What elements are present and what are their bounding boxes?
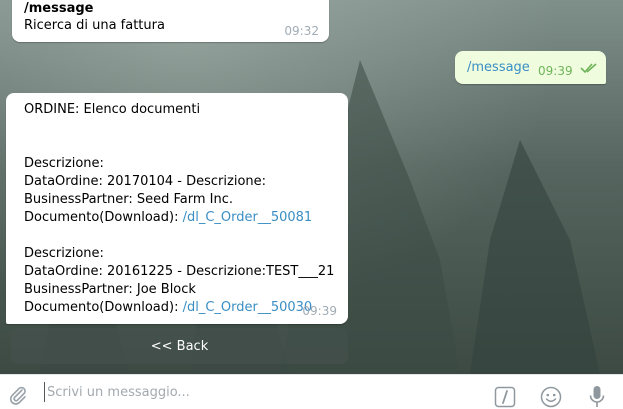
message-time: 09:39 xyxy=(538,64,573,78)
chat-area: /message Ricerca di una fattura 09:32 /m… xyxy=(0,0,623,374)
entry-documento-label: Documento(Download): xyxy=(24,210,183,225)
back-button[interactable]: << Back xyxy=(11,328,348,364)
message-input[interactable] xyxy=(44,382,467,402)
outgoing-message: /message 09:39 xyxy=(455,51,606,84)
emoji-icon[interactable] xyxy=(540,386,562,408)
entry-descrizione: Descrizione: xyxy=(24,156,104,171)
message-time: 09:32 xyxy=(284,24,319,38)
paperclip-icon[interactable] xyxy=(8,385,28,405)
entry-data-ordine: DataOrdine: 20170104 - Descrizione: xyxy=(24,174,267,189)
incoming-message: /message Ricerca di una fattura 09:32 xyxy=(12,0,329,42)
double-check-icon xyxy=(580,63,597,74)
microphone-icon[interactable] xyxy=(588,385,606,409)
message-command[interactable]: /message xyxy=(467,60,530,75)
message-input-bar xyxy=(0,374,623,409)
entry-data-ordine: DataOrdine: 20161225 - Descrizione:TEST_… xyxy=(24,264,335,279)
entry-descrizione: Descrizione: xyxy=(24,246,104,261)
order-list-message: ORDINE: Elenco documenti Descrizione: Da… xyxy=(6,93,348,324)
entry-business-partner: BusinessPartner: Joe Block xyxy=(24,282,196,297)
entry-documento-label: Documento(Download): xyxy=(24,300,183,315)
entry-documento: Documento(Download): /dl_C_Order__50030 xyxy=(24,300,312,315)
slash-commands-icon[interactable] xyxy=(494,386,516,408)
entry-business-partner: BusinessPartner: Seed Farm Inc. xyxy=(24,192,234,207)
download-link[interactable]: /dl_C_Order__50030 xyxy=(183,300,313,315)
message-text: Ricerca di una fattura xyxy=(24,18,165,33)
entry-documento: Documento(Download): /dl_C_Order__50081 xyxy=(24,210,312,225)
download-link[interactable]: /dl_C_Order__50081 xyxy=(183,210,313,225)
message-command[interactable]: /message xyxy=(24,1,93,16)
message-title: ORDINE: Elenco documenti xyxy=(24,102,201,117)
message-time: 09:39 xyxy=(302,304,337,318)
